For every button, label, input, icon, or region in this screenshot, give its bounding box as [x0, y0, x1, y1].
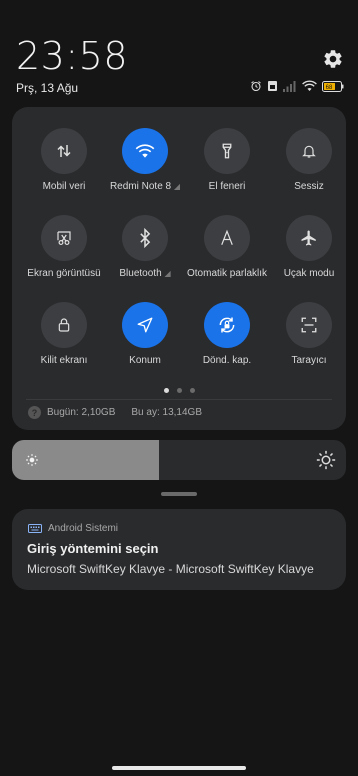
tile-label: Otomatik parlaklık: [187, 268, 268, 279]
tile-mobile-data[interactable]: Mobil veri: [24, 128, 104, 192]
lock-icon: [41, 302, 87, 348]
quick-settings-panel: Mobil veri Redmi Note 8 ◢ El feneri Sess…: [12, 107, 346, 430]
page-dot: [164, 388, 169, 393]
sim-icon: [268, 81, 277, 91]
tile-rotation-lock[interactable]: Dönd. kap.: [187, 302, 267, 366]
tile-silent[interactable]: Sessiz: [269, 128, 349, 192]
usage-today: Bugün: 2,10GB: [47, 407, 116, 418]
tile-label: Ekran görüntüsü: [27, 268, 101, 279]
tile-label: Mobil veri: [42, 181, 86, 192]
notification-header: Android Sistemi: [28, 523, 118, 534]
status-icons: 68: [250, 80, 344, 92]
alarm-icon: [251, 81, 261, 92]
tile-flashlight[interactable]: El feneri: [187, 128, 267, 192]
signal-small-icon: ◢: [164, 269, 171, 278]
flashlight-icon: [204, 128, 250, 174]
tile-scanner[interactable]: Tarayıcı: [269, 302, 349, 366]
tile-label: El feneri: [208, 181, 246, 192]
sun-small-icon: [26, 454, 38, 466]
keyboard-icon: [28, 524, 42, 533]
tile-label: Sessiz: [294, 181, 324, 192]
tile-auto-brightness[interactable]: Otomatik parlaklık: [187, 215, 267, 279]
drawer-handle[interactable]: [161, 492, 197, 496]
scanner-icon: [286, 302, 332, 348]
rotation-lock-icon: [204, 302, 250, 348]
battery-icon: 68: [322, 80, 344, 92]
tile-airplane[interactable]: Uçak modu: [269, 215, 349, 279]
tile-label: Tarayıcı: [291, 355, 327, 366]
tile-label: Kilit ekranı: [40, 355, 88, 366]
tile-lock-screen[interactable]: Kilit ekranı: [24, 302, 104, 366]
brightness-slider[interactable]: [12, 440, 346, 480]
page-dot: [190, 388, 195, 393]
notification-card[interactable]: Android Sistemi Giriş yöntemini seçin Mi…: [12, 509, 346, 590]
tile-location[interactable]: Konum: [105, 302, 185, 366]
bluetooth-icon: [122, 215, 168, 261]
auto-brightness-icon: [204, 215, 250, 261]
bell-icon: [286, 128, 332, 174]
gear-icon[interactable]: [322, 48, 344, 70]
signal-icon: [283, 80, 296, 92]
airplane-icon: [286, 215, 332, 261]
mobile-data-icon: [41, 128, 87, 174]
wifi-status-icon: [302, 80, 317, 91]
tile-label: Redmi Note 8: [109, 181, 172, 192]
usage-month: Bu ay: 13,14GB: [131, 407, 202, 418]
tile-screenshot[interactable]: Ekran görüntüsü: [24, 215, 104, 279]
tile-label: Bluetooth: [119, 268, 162, 279]
sun-large-icon: [316, 450, 336, 470]
notification-title: Giriş yöntemini seçin: [27, 541, 159, 556]
tile-label: Konum: [129, 355, 161, 366]
date[interactable]: Prş, 13 Ağu: [16, 81, 78, 95]
battery-level: 68: [326, 84, 333, 90]
data-usage[interactable]: ? Bugün: 2,10GB Bu ay: 13,14GB: [28, 406, 202, 419]
page-dot: [177, 388, 182, 393]
tile-bluetooth[interactable]: Bluetooth ◢: [105, 215, 185, 279]
scissors-icon: [41, 215, 87, 261]
signal-small-icon: ◢: [173, 182, 181, 191]
divider: [26, 399, 332, 400]
wifi-icon: [122, 128, 168, 174]
tile-label: Uçak modu: [283, 268, 335, 279]
help-icon: ?: [28, 406, 41, 419]
gesture-bar[interactable]: [112, 766, 246, 770]
tile-label: Dönd. kap.: [202, 355, 252, 366]
location-arrow-icon: [122, 302, 168, 348]
tile-label-wrap: Redmi Note 8 ◢: [105, 181, 185, 192]
tile-label-wrap: Bluetooth ◢: [105, 268, 185, 279]
notification-app-name: Android Sistemi: [48, 523, 119, 534]
page-indicator[interactable]: [164, 388, 195, 393]
notification-text: Microsoft SwiftKey Klavye - Microsoft Sw…: [27, 562, 314, 576]
tile-wifi[interactable]: Redmi Note 8 ◢: [105, 128, 185, 192]
clock[interactable]: 23:58: [16, 34, 128, 78]
